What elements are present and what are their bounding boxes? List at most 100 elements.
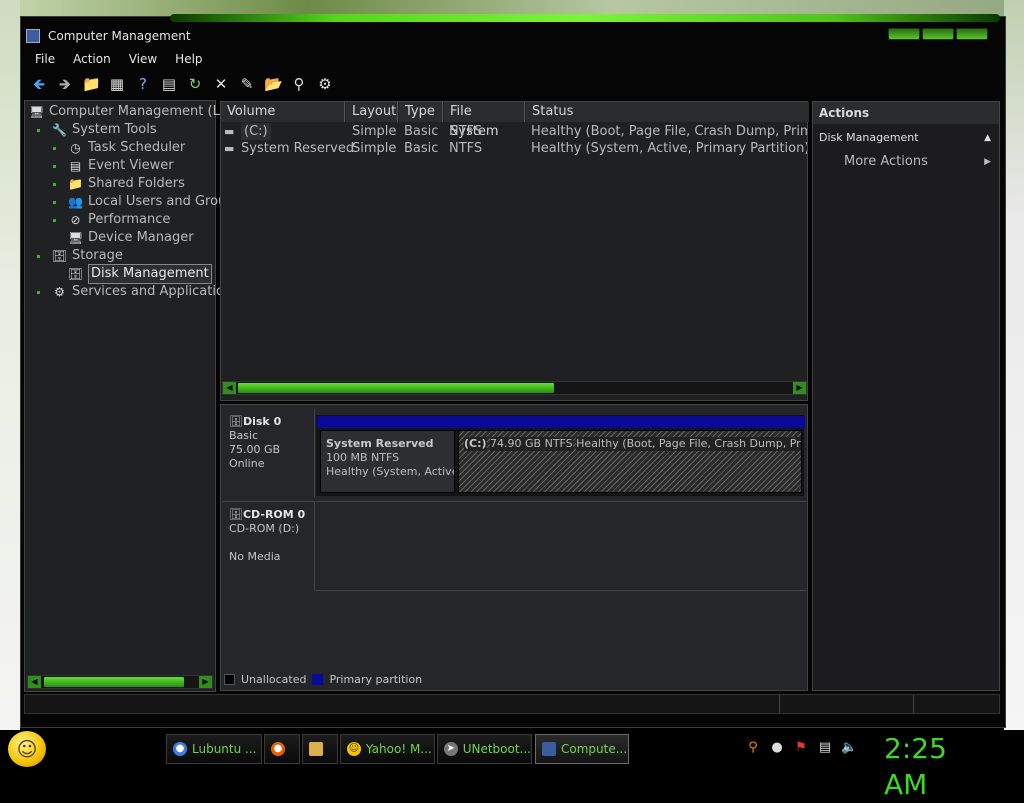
delete-icon[interactable]: ✕ bbox=[212, 75, 230, 93]
users-icon: 👥 bbox=[68, 194, 83, 209]
disk-0-type: Basic bbox=[229, 429, 259, 442]
collapse-up-icon[interactable]: ▲ bbox=[984, 128, 991, 148]
tree-item-performance[interactable]: ⊘ Performance bbox=[53, 211, 170, 229]
tree-item-task-scheduler[interactable]: ◷ Task Scheduler bbox=[53, 139, 185, 157]
disk-0-state: Online bbox=[229, 457, 265, 470]
taskbar-button-lubuntu[interactable]: ● Lubuntu ... bbox=[166, 734, 262, 764]
volume-list-horizontal-scrollbar[interactable]: ◀ ▶ bbox=[222, 381, 807, 395]
tree-item-services[interactable]: ⚙ Services and Application bbox=[37, 283, 232, 301]
search-icon[interactable]: ⚲ bbox=[290, 75, 308, 93]
tree-item-disk-management[interactable]: 🗄 Disk Management bbox=[53, 264, 212, 284]
tree-item-local-users[interactable]: 👥 Local Users and Grou bbox=[53, 193, 226, 211]
cdrom-drive: CD-ROM (D:) bbox=[229, 522, 300, 535]
cdrom-icon: 🗄 bbox=[229, 508, 243, 521]
menu-help[interactable]: Help bbox=[166, 49, 211, 69]
cell-volume: System Reserved bbox=[241, 141, 355, 156]
partition-size: 74.90 GB NTFS bbox=[490, 437, 573, 451]
cdrom-area bbox=[316, 501, 808, 591]
taskbar-button-unetbootin[interactable]: ➤ UNetboot... bbox=[437, 734, 532, 764]
forward-icon[interactable]: 🡺 bbox=[56, 75, 74, 93]
more-actions-item[interactable]: More Actions ▶ bbox=[813, 152, 999, 172]
menu-view[interactable]: View bbox=[120, 49, 166, 69]
menu-file[interactable]: File bbox=[26, 49, 64, 69]
network-icon[interactable]: ▤ bbox=[817, 740, 833, 756]
window-controls bbox=[888, 28, 988, 40]
chat-icon[interactable]: ● bbox=[769, 740, 785, 756]
scroll-right-arrow[interactable]: ▶ bbox=[199, 676, 212, 688]
taskbar-clock[interactable]: 2:25 AM bbox=[884, 731, 994, 801]
partition-status: Healthy (Boot, Page File, Crash Dump, Pr… bbox=[576, 437, 801, 451]
column-type[interactable]: Type bbox=[399, 102, 443, 122]
partition-system-reserved[interactable]: System Reserved 100 MB NTFS Healthy (Sys… bbox=[320, 430, 455, 493]
unallocated-swatch bbox=[224, 674, 235, 685]
flag-icon[interactable]: ⚑ bbox=[793, 740, 809, 756]
firefox-icon: ● bbox=[271, 742, 285, 756]
cell-type: Basic bbox=[404, 124, 439, 139]
taskbar-label: Lubuntu ... bbox=[192, 742, 257, 756]
column-status[interactable]: Status bbox=[526, 102, 809, 122]
tree-item-shared-folders[interactable]: 📁 Shared Folders bbox=[53, 175, 185, 193]
settings-icon[interactable]: ⚙ bbox=[316, 75, 334, 93]
menu-action[interactable]: Action bbox=[64, 49, 120, 69]
navigation-tree: 🖥 Computer Management (Loc 🔧 System Tool… bbox=[24, 100, 235, 692]
tree-horizontal-scrollbar[interactable]: ◀ ▶ bbox=[27, 675, 213, 689]
desktop-background-left bbox=[0, 0, 20, 730]
scroll-thumb[interactable] bbox=[238, 383, 554, 393]
tree-root[interactable]: 🖥 Computer Management (Loc bbox=[29, 103, 235, 121]
minimize-button[interactable] bbox=[888, 28, 920, 40]
yahoo-messenger-icon: ☺ bbox=[347, 742, 361, 756]
properties-icon[interactable]: ▤ bbox=[160, 75, 178, 93]
help-icon[interactable]: ? bbox=[134, 75, 152, 93]
desktop-background-right bbox=[1004, 0, 1024, 730]
status-bar bbox=[24, 694, 1000, 714]
tree-item-storage[interactable]: 🗄 Storage bbox=[37, 247, 123, 265]
tree-item-event-viewer[interactable]: ▤ Event Viewer bbox=[53, 157, 174, 175]
partition-c-drive[interactable]: (C:) 74.90 GB NTFS Healthy (Boot, Page F… bbox=[458, 430, 802, 493]
actions-section-disk-management[interactable]: Disk Management ▲ bbox=[813, 128, 999, 148]
search-icon[interactable]: ⚲ bbox=[745, 740, 761, 756]
disk-0-header[interactable]: 🗄Disk 0 Basic 75.00 GB Online bbox=[223, 409, 315, 497]
column-file-system[interactable]: File System bbox=[444, 102, 525, 139]
unetbootin-icon: ➤ bbox=[444, 742, 458, 756]
volume-icon[interactable]: 🔈 bbox=[841, 740, 857, 756]
grid-icon[interactable]: ▦ bbox=[108, 75, 126, 93]
taskbar-button-folder[interactable] bbox=[302, 734, 338, 764]
open-icon[interactable]: 📂 bbox=[264, 75, 283, 93]
partition-status: Healthy (System, Active, P bbox=[326, 465, 454, 478]
cell-status: Healthy (System, Active, Primary Partiti… bbox=[531, 141, 807, 156]
folder-icon[interactable]: 📁 bbox=[82, 75, 101, 93]
taskbar-label: Compute... bbox=[561, 742, 628, 756]
primary-partition-swatch bbox=[312, 674, 324, 685]
tools-icon: 🔧 bbox=[52, 122, 67, 137]
device-manager-icon: 🖥 bbox=[68, 230, 84, 245]
tree-item-system-tools[interactable]: 🔧 System Tools bbox=[37, 121, 157, 139]
cdrom-0-header[interactable]: 🗄CD-ROM 0 CD-ROM (D:) No Media bbox=[223, 501, 315, 591]
more-actions-label: More Actions bbox=[844, 154, 928, 169]
close-button[interactable] bbox=[956, 28, 988, 40]
event-viewer-icon: ▤ bbox=[69, 158, 82, 173]
disk-0-size: 75.00 GB bbox=[229, 443, 281, 456]
taskbar-button-firefox[interactable]: ● bbox=[264, 734, 300, 764]
title-bar[interactable]: Computer Management bbox=[26, 26, 996, 46]
back-icon[interactable]: 🡸 bbox=[30, 75, 48, 93]
column-layout[interactable]: Layout bbox=[346, 102, 398, 122]
scroll-left-arrow[interactable]: ◀ bbox=[28, 676, 41, 688]
scroll-thumb[interactable] bbox=[44, 677, 184, 687]
maximize-button[interactable] bbox=[922, 28, 954, 40]
edit-icon[interactable]: ✎ bbox=[238, 75, 256, 93]
scroll-right-arrow[interactable]: ▶ bbox=[793, 382, 806, 394]
taskbar-button-computer-management[interactable]: Compute... bbox=[535, 734, 629, 764]
actions-section-label: Disk Management bbox=[819, 131, 919, 144]
start-menu-icon[interactable]: ☺ bbox=[8, 731, 46, 767]
legend-unallocated: Unallocated bbox=[241, 673, 307, 686]
computer-management-icon: 🖥 bbox=[29, 104, 45, 119]
actions-pane: Actions Disk Management ▲ More Actions ▶ bbox=[812, 101, 1000, 691]
chrome-icon: ● bbox=[173, 742, 187, 756]
cell-status: Healthy (Boot, Page File, Crash Dump, Pr… bbox=[531, 124, 807, 139]
refresh-icon[interactable]: ↻ bbox=[186, 75, 204, 93]
column-volume[interactable]: Volume bbox=[221, 102, 345, 122]
storage-icon: 🗄 bbox=[52, 248, 68, 263]
tree-item-device-manager[interactable]: 🖥 Device Manager bbox=[53, 229, 194, 247]
taskbar-button-yahoo[interactable]: ☺ Yahoo! M... bbox=[340, 734, 435, 764]
scroll-left-arrow[interactable]: ◀ bbox=[223, 382, 236, 394]
